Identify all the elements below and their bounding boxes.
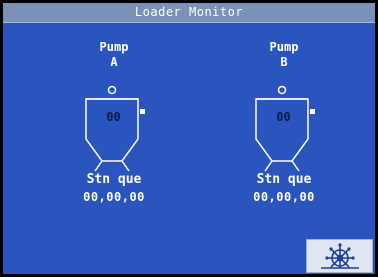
pump-b-id: B — [280, 55, 288, 69]
helm-nav-button[interactable] — [306, 239, 373, 273]
pump-a-tank-value: 00 — [106, 110, 121, 124]
tank-icon — [255, 85, 315, 172]
tank-icon — [85, 85, 145, 172]
window-title: Loader Monitor — [3, 3, 375, 23]
monitor-screen: Loader Monitor Pump A 00 Stn que 00,00,0… — [3, 3, 375, 274]
pump-a-panel: Pump A 00 Stn que 00,00,00 — [39, 33, 189, 213]
ship-wheel-icon — [320, 243, 359, 269]
pump-a-id: A — [110, 55, 118, 69]
pump-b-panel: Pump B 00 Stn que 00,00,00 — [209, 33, 359, 213]
pump-b-tank-value: 00 — [276, 110, 291, 124]
pump-b-tank: 00 — [237, 83, 337, 173]
pump-a-tank: 00 — [67, 83, 167, 173]
pump-b-label: Pump — [269, 40, 299, 54]
pump-a-stn-que-label: Stn que — [86, 172, 142, 187]
pump-a-label: Pump — [99, 40, 129, 54]
pump-b-stn-que-value: 00,00,00 — [253, 190, 315, 204]
pump-a-stn-que-value: 00,00,00 — [83, 190, 145, 204]
pump-b-stn-que-label: Stn que — [256, 172, 312, 187]
